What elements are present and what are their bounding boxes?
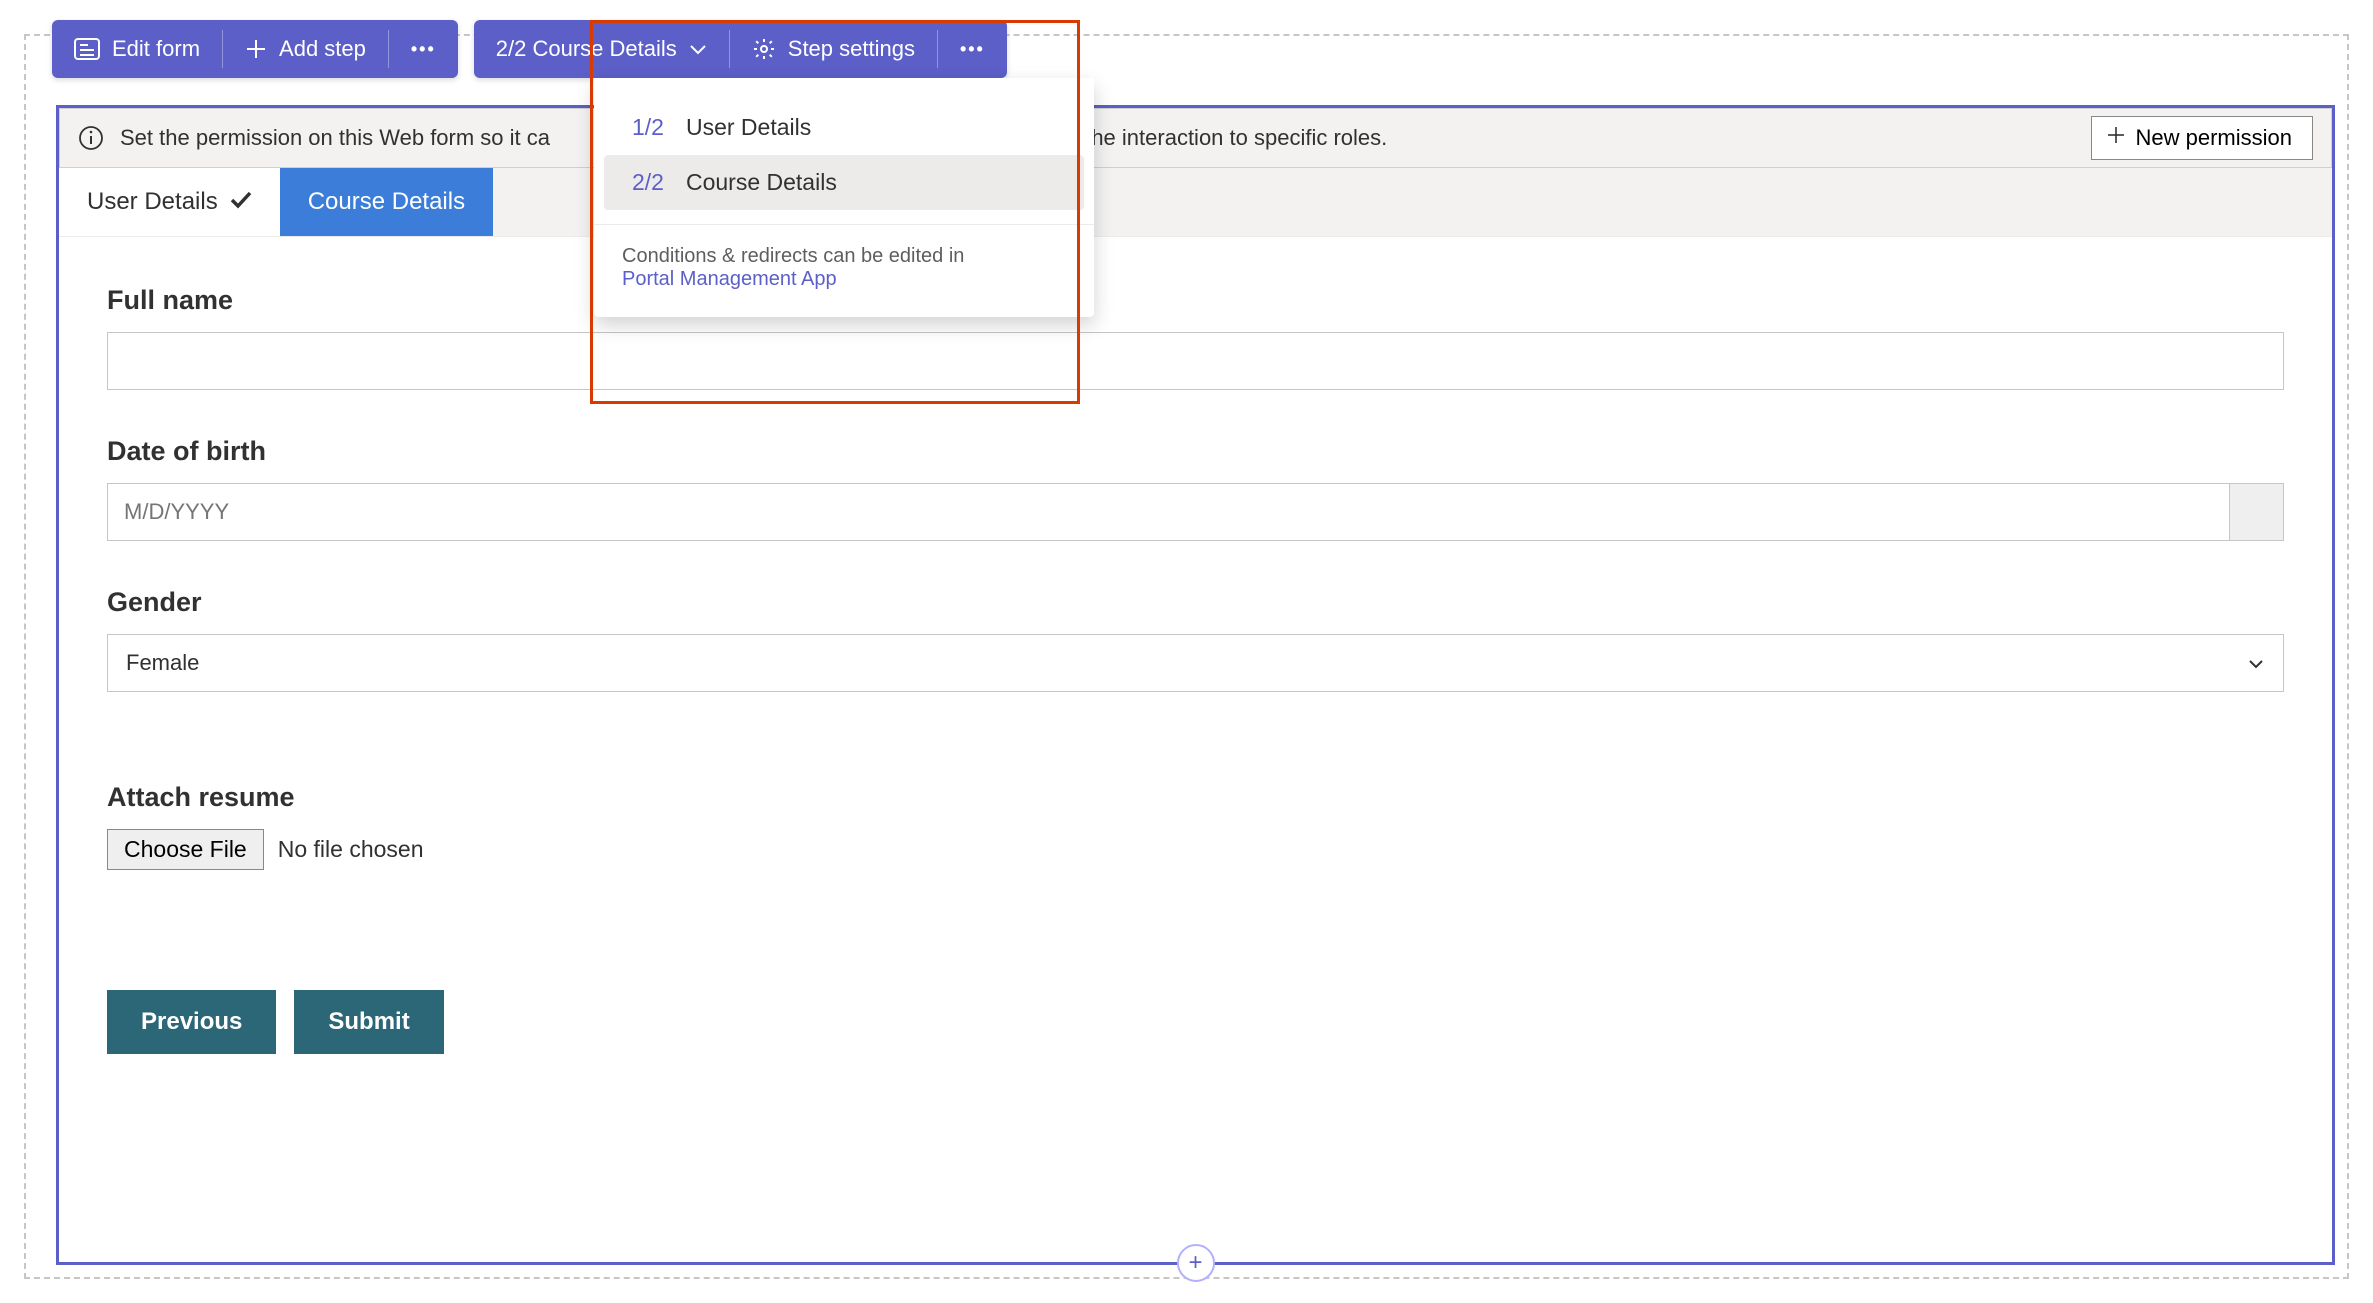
- step-index: 1/2: [632, 114, 664, 141]
- info-text-left: Set the permission on this Web form so i…: [120, 125, 550, 151]
- field-full-name: Full name: [107, 285, 2284, 390]
- field-gender: Gender Female: [107, 587, 2284, 692]
- gender-select[interactable]: Female: [107, 634, 2284, 692]
- choose-file-button[interactable]: Choose File: [107, 829, 264, 870]
- gender-label: Gender: [107, 587, 2284, 618]
- dropdown-footer: Conditions & redirects can be edited in …: [594, 239, 1094, 295]
- edit-form-button[interactable]: Edit form: [52, 20, 222, 78]
- dropdown-divider: [594, 224, 1094, 225]
- calendar-button[interactable]: [2229, 484, 2283, 540]
- step-label: User Details: [686, 114, 811, 141]
- tab-course-details[interactable]: Course Details: [280, 168, 493, 236]
- check-icon: [230, 188, 252, 216]
- step-dropdown-item-user-details[interactable]: 1/2 User Details: [604, 100, 1084, 155]
- add-section-handle[interactable]: +: [1177, 1244, 1215, 1282]
- attach-resume-label: Attach resume: [107, 782, 2284, 813]
- file-input-row: Choose File No file chosen: [107, 829, 2284, 870]
- full-name-label: Full name: [107, 285, 2284, 316]
- chevron-down-icon: [2247, 650, 2265, 676]
- toolbar-form: Edit form Add step •••: [52, 20, 458, 78]
- field-attach-resume: Attach resume Choose File No file chosen: [107, 782, 2284, 870]
- form-panel: Set the permission on this Web form so i…: [56, 105, 2335, 1265]
- step-selector-button[interactable]: 2/2 Course Details: [474, 20, 729, 78]
- more-icon: •••: [960, 39, 985, 60]
- add-step-label: Add step: [279, 36, 366, 62]
- gender-value: Female: [126, 650, 199, 676]
- form-action-row: Previous Submit: [107, 990, 2284, 1054]
- step-settings-button[interactable]: Step settings: [730, 20, 937, 78]
- tab-user-details[interactable]: User Details: [59, 168, 280, 236]
- step-tabs: User Details Course Details: [59, 168, 2332, 237]
- step-index: 2/2: [632, 169, 664, 196]
- add-step-button[interactable]: Add step: [223, 20, 388, 78]
- edit-form-label: Edit form: [112, 36, 200, 62]
- dob-input[interactable]: [108, 484, 2229, 540]
- permission-info-bar: Set the permission on this Web form so i…: [59, 108, 2332, 168]
- step-label: Course Details: [686, 169, 837, 196]
- more-icon: •••: [411, 39, 436, 60]
- new-permission-button[interactable]: New permission: [2091, 116, 2314, 160]
- no-file-chosen-text: No file chosen: [278, 836, 424, 863]
- design-toolbars: Edit form Add step ••• 2/2 Course Detail…: [52, 20, 1007, 78]
- toolbar-step: 2/2 Course Details Step settings •••: [474, 20, 1007, 78]
- form-body: Full name Date of birth Gender Female At…: [59, 237, 2332, 1074]
- form-icon: [74, 38, 100, 60]
- field-date-of-birth: Date of birth: [107, 436, 2284, 541]
- step-dropdown-menu: 1/2 User Details 2/2 Course Details Cond…: [594, 78, 1094, 317]
- step-more-button[interactable]: •••: [938, 20, 1007, 78]
- new-permission-label: New permission: [2136, 125, 2293, 151]
- dob-label: Date of birth: [107, 436, 2284, 467]
- dob-input-wrap: [107, 483, 2284, 541]
- plus-icon: +: [1188, 1249, 1202, 1277]
- step-indicator-label: 2/2 Course Details: [496, 36, 677, 62]
- gear-icon: [752, 37, 776, 61]
- tab-label: User Details: [87, 188, 218, 216]
- step-settings-label: Step settings: [788, 36, 915, 62]
- previous-button[interactable]: Previous: [107, 990, 276, 1054]
- portal-management-link[interactable]: Portal Management App: [622, 268, 837, 290]
- toolbar-more-button[interactable]: •••: [389, 20, 458, 78]
- step-dropdown-item-course-details[interactable]: 2/2 Course Details: [604, 155, 1084, 210]
- plus-icon: [2106, 125, 2126, 151]
- full-name-input[interactable]: [107, 332, 2284, 390]
- info-icon: [78, 125, 104, 151]
- dropdown-footer-text: Conditions & redirects can be edited in: [622, 245, 964, 267]
- tab-label: Course Details: [308, 188, 465, 216]
- plus-icon: [245, 38, 267, 60]
- chevron-down-icon: [689, 43, 707, 55]
- submit-button[interactable]: Submit: [294, 990, 443, 1054]
